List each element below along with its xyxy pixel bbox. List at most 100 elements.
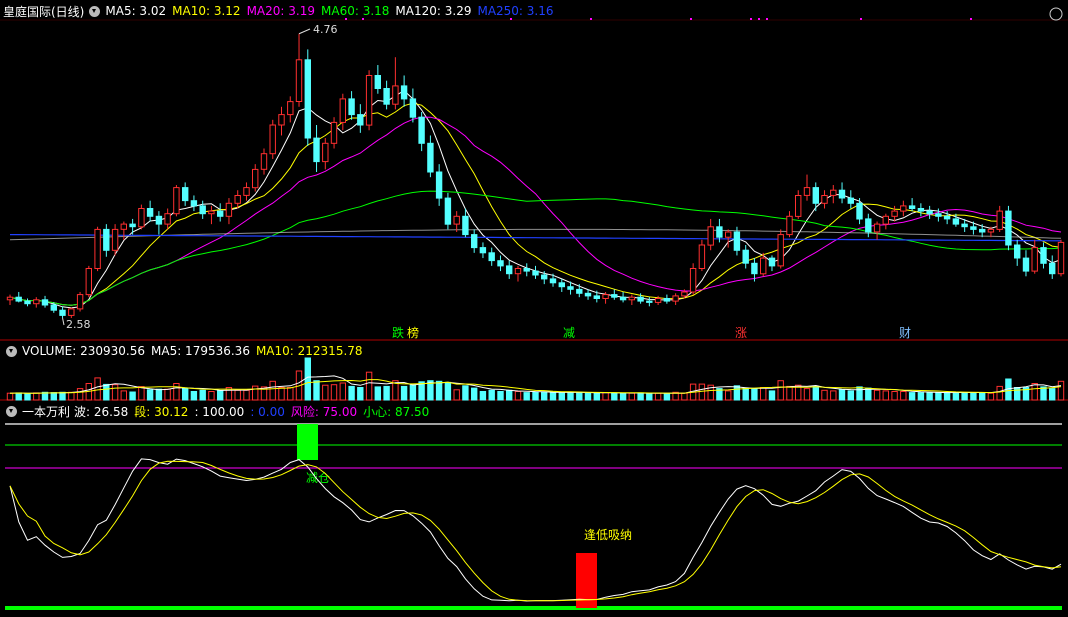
candle [987, 228, 995, 233]
volume-bar [803, 388, 811, 401]
volume-bar [322, 384, 329, 401]
signal-dot [860, 18, 862, 20]
high-price-pointer [298, 28, 311, 35]
stock-chart[interactable]: 4.76 2.58 跌 榜 减 涨 财 减仓 逢低吸纳 [0, 0, 1068, 617]
candle [234, 195, 241, 204]
candle [768, 257, 776, 267]
volume-bar [506, 389, 513, 401]
candle [182, 187, 189, 202]
signal-label-1: 跌 [392, 325, 404, 340]
volume-bar [637, 392, 644, 401]
candle [24, 300, 31, 305]
volume-bar [374, 386, 382, 401]
volume-bar [602, 392, 609, 401]
volume-bar [471, 387, 478, 401]
candle [155, 215, 163, 225]
volume-bar [409, 384, 417, 401]
signal-dot [510, 18, 512, 20]
candle [435, 171, 443, 199]
volume-bar [646, 393, 653, 401]
candle [935, 213, 942, 217]
signal-dot [590, 18, 592, 20]
volume-bar [681, 392, 688, 401]
candle [873, 223, 881, 233]
candle [217, 210, 224, 217]
volume-bar [698, 383, 706, 401]
candle [812, 187, 819, 204]
volume-bar [751, 388, 758, 401]
candle [68, 308, 75, 316]
wave-line [9, 458, 1062, 602]
volume-bar [943, 392, 951, 401]
candle [532, 270, 539, 276]
volume-bar [138, 386, 145, 401]
candle [85, 268, 92, 296]
signal-dot [758, 18, 760, 20]
volume-bar [584, 392, 592, 401]
candle [541, 274, 548, 280]
volume-bar [146, 389, 154, 401]
volume-bar [365, 371, 373, 401]
candle [1005, 210, 1012, 246]
candle [619, 296, 627, 301]
volume-bar [1057, 380, 1065, 401]
volume-bar [164, 388, 171, 401]
candle [856, 202, 863, 220]
candle [103, 228, 110, 251]
candle [479, 247, 487, 254]
candle [549, 278, 557, 284]
volume-bar [444, 381, 452, 401]
candle [663, 298, 671, 302]
candle [453, 215, 460, 225]
candle [681, 291, 688, 297]
candle [830, 189, 837, 196]
volume-bar [576, 391, 583, 401]
candle [751, 262, 758, 275]
candle [190, 200, 198, 207]
volume-bar [103, 383, 110, 401]
candle [146, 208, 154, 217]
candle [1057, 241, 1065, 275]
signal-label-5: 财 [899, 326, 911, 340]
signal-label-2: 榜 [407, 325, 419, 340]
candle [129, 223, 136, 228]
candle [637, 296, 644, 302]
candle [462, 215, 469, 236]
reduce-position-label: 减仓 [306, 471, 330, 485]
volume-bar [234, 389, 241, 401]
candle [838, 189, 846, 199]
volume-bar [1049, 388, 1056, 401]
candle [348, 98, 355, 116]
candle [567, 286, 574, 290]
volume-bar [961, 392, 968, 401]
volume-bar [330, 384, 338, 401]
volume-bar [838, 389, 846, 401]
volume-bar [182, 387, 189, 401]
candle [628, 296, 635, 301]
volume-bar [549, 391, 557, 401]
volume-bar [435, 380, 443, 401]
candle [506, 265, 513, 275]
volume-bar [725, 390, 732, 401]
candle [15, 296, 22, 302]
volume-bar [217, 390, 224, 401]
volume-bar [348, 385, 355, 401]
candle [330, 121, 338, 144]
low-price-label: 2.58 [66, 318, 91, 331]
candle [269, 124, 276, 155]
candle [707, 226, 714, 246]
candle [584, 292, 592, 297]
candle [33, 299, 40, 305]
candle [593, 295, 600, 299]
candle [926, 210, 933, 215]
volume-bar [269, 380, 276, 401]
volume-bar [654, 392, 662, 401]
candle [733, 231, 741, 251]
candle [304, 59, 312, 139]
candle [383, 88, 390, 105]
candle [6, 296, 14, 301]
candle [882, 215, 889, 225]
volume-bar [532, 391, 539, 401]
volume-bar [155, 388, 163, 401]
high-price-label: 4.76 [313, 23, 338, 36]
